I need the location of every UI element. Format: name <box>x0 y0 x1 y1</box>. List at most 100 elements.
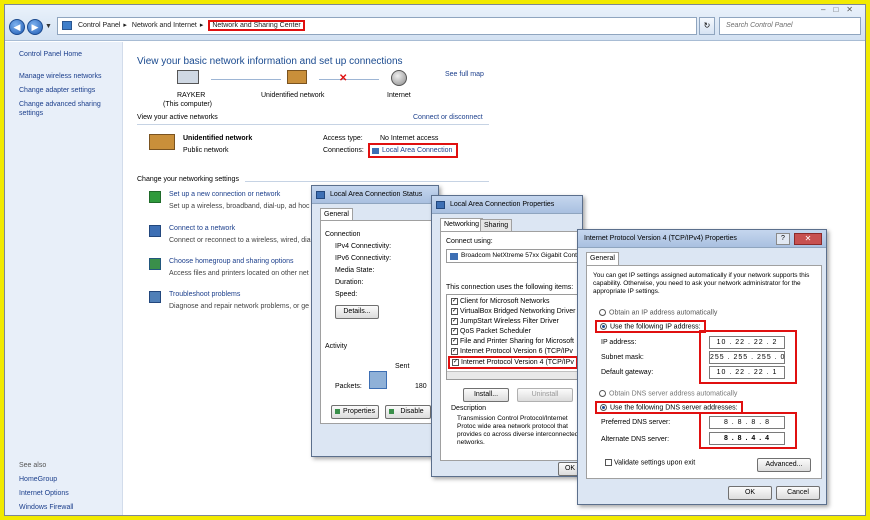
list-item[interactable]: ✓ File and Printer Sharing for Microsoft <box>451 337 574 346</box>
disable-button[interactable]: Disable <box>385 405 431 419</box>
close-icon[interactable]: ✕ <box>846 5 861 14</box>
horizontal-scrollbar[interactable] <box>447 371 579 379</box>
minimize-icon[interactable]: – <box>821 5 833 14</box>
sent-label: Sent <box>395 363 410 370</box>
list-item[interactable]: ✓ Internet Protocol Version 6 (TCP/IPv <box>451 347 573 356</box>
properties-button[interactable]: Properties <box>331 405 379 419</box>
breadcrumb-separator-icon: ▸ <box>199 22 204 29</box>
item-checkbox[interactable]: ✓ <box>451 347 458 355</box>
media-state-label: Media State: <box>335 267 375 274</box>
checkbox-icon <box>605 459 612 466</box>
page-title: View your basic network information and … <box>137 56 403 67</box>
list-item[interactable]: ✓ JumpStart Wireless Filter Driver <box>451 317 559 326</box>
ip-address-field[interactable]: 10 . 22 . 22 . 2 <box>709 336 785 349</box>
subnet-mask-field[interactable]: 255 . 255 . 255 . 0 <box>709 351 785 364</box>
access-type-label: Access type: <box>323 135 363 142</box>
network-bench-icon <box>287 70 307 84</box>
packets-value: 180 <box>415 383 427 390</box>
item-checkbox[interactable]: ✓ <box>451 327 458 335</box>
list-item[interactable]: ✓ QoS Packet Scheduler <box>451 327 531 336</box>
alternate-dns-field[interactable]: 8 . 8 . 4 . 4 <box>709 432 785 445</box>
change-settings-label: Change your networking settings <box>137 176 239 183</box>
list-item[interactable]: ✓ Client for Microsoft Networks <box>451 297 549 306</box>
help-icon[interactable]: ? <box>776 233 790 245</box>
local-area-connection-link[interactable]: Local Area Connection <box>368 143 459 158</box>
breadcrumb-network-internet[interactable]: Network and Internet <box>132 22 197 29</box>
sidebar-item-homegroup[interactable]: HomeGroup <box>19 475 57 484</box>
item-checkbox[interactable]: ✓ <box>451 317 458 325</box>
list-item[interactable]: ✓ VirtualBox Bridged Networking Driver <box>451 307 575 316</box>
task-homegroup[interactable]: Choose homegroup and sharing options <box>169 258 294 265</box>
uninstall-button[interactable]: Uninstall <box>517 388 573 402</box>
no-connection-x-icon: ✕ <box>339 73 348 84</box>
window-controls: –□✕ <box>821 5 861 14</box>
obtain-dns-auto-radio[interactable]: Obtain DNS server address automatically <box>599 390 737 397</box>
sidebar-item-advanced-sharing[interactable]: Change advanced sharing settings <box>19 100 115 118</box>
network-bench-icon <box>149 134 175 150</box>
task-setup-desc: Set up a wireless, broadband, dial-up, a… <box>169 203 310 210</box>
item-checkbox[interactable]: ✓ <box>451 307 458 315</box>
item-checkbox[interactable]: ✓ <box>452 358 459 366</box>
breadcrumb[interactable]: Control Panel ▸ Network and Internet ▸ Net… <box>57 17 697 35</box>
sidebar: Control Panel Home Manage wireless netwo… <box>5 42 123 515</box>
tab-general[interactable]: General <box>586 252 619 265</box>
network-type[interactable]: Public network <box>183 147 229 154</box>
default-gateway-field[interactable]: 10 . 22 . 22 . 1 <box>709 366 785 379</box>
items-list: ✓ Client for Microsoft Networks ✓ VirtualB… <box>446 294 580 380</box>
disable-button-label: Disable <box>400 408 424 415</box>
item-checkbox[interactable]: ✓ <box>451 297 458 305</box>
sidebar-item-internet-options[interactable]: Internet Options <box>19 489 69 498</box>
list-item-label: VirtualBox Bridged Networking Driver <box>460 308 576 315</box>
refresh-icon[interactable]: ↻ <box>699 17 715 35</box>
task-setup-connection[interactable]: Set up a new connection or network <box>169 191 280 198</box>
list-item-label: QoS Packet Scheduler <box>460 328 531 335</box>
network-name: Unidentified network <box>183 135 253 142</box>
ipv4-general-panel: You can get IP settings assigned automat… <box>586 265 822 479</box>
list-item-label: Client for Microsoft Networks <box>460 298 550 305</box>
breadcrumb-control-panel[interactable]: Control Panel <box>78 22 120 29</box>
control-panel-icon <box>62 21 72 30</box>
close-icon[interactable]: ✕ <box>794 233 822 245</box>
advanced-button[interactable]: Advanced... <box>757 458 811 472</box>
ok-button[interactable]: OK <box>728 486 772 500</box>
preferred-dns-label: Preferred DNS server: <box>601 419 671 426</box>
local-area-connection-label: Local Area Connection <box>382 147 453 154</box>
radio-icon <box>599 309 606 316</box>
ip-address-label: IP address: <box>601 339 637 346</box>
sidebar-item-change-adapter[interactable]: Change adapter settings <box>19 86 95 95</box>
map-link-line <box>319 79 379 80</box>
sidebar-item-manage-wireless[interactable]: Manage wireless networks <box>19 72 101 81</box>
maximize-icon[interactable]: □ <box>833 5 846 14</box>
connect-disconnect-link[interactable]: Connect or disconnect <box>413 114 483 121</box>
see-full-map-link[interactable]: See full map <box>445 71 484 78</box>
install-button[interactable]: Install... <box>463 388 509 402</box>
shield-icon <box>389 409 394 414</box>
back-icon[interactable]: ◀ <box>9 19 25 35</box>
forward-icon[interactable]: ▶ <box>27 19 43 35</box>
cancel-button[interactable]: Cancel <box>776 486 820 500</box>
list-item-ipv4[interactable]: ✓ Internet Protocol Version 4 (TCP/IPv <box>448 356 578 369</box>
radio-icon <box>600 323 607 330</box>
details-button[interactable]: Details... <box>335 305 379 319</box>
search-input[interactable]: Search Control Panel <box>719 17 861 35</box>
sidebar-item-control-panel-home[interactable]: Control Panel Home <box>19 50 82 59</box>
task-connect-network[interactable]: Connect to a network <box>169 225 235 232</box>
tab-networking[interactable]: Networking <box>440 218 484 231</box>
use-following-ip-radio[interactable]: Use the following IP address: <box>595 320 706 334</box>
recent-pages-chevron-icon[interactable]: ▼ <box>45 23 52 30</box>
sidebar-item-windows-firewall[interactable]: Windows Firewall <box>19 503 73 512</box>
alternate-dns-label: Alternate DNS server: <box>601 436 670 443</box>
obtain-ip-auto-radio[interactable]: Obtain an IP address automatically <box>599 309 717 316</box>
breadcrumb-network-sharing-center[interactable]: Network and Sharing Center <box>208 20 305 31</box>
task-connect-desc: Connect or reconnect to a wireless, wire… <box>169 237 311 244</box>
task-troubleshoot-desc: Diagnose and repair network problems, or… <box>169 303 310 310</box>
preferred-dns-field[interactable]: 8 . 8 . 8 . 8 <box>709 416 785 429</box>
obtain-dns-auto-label: Obtain DNS server address automatically <box>609 390 738 398</box>
status-dialog-titlebar: Local Area Connection Status <box>312 186 438 204</box>
task-troubleshoot[interactable]: Troubleshoot problems <box>169 291 240 298</box>
item-checkbox[interactable]: ✓ <box>451 337 458 345</box>
computer-name: RAYKER <box>177 92 206 99</box>
connect-network-icon <box>149 225 161 237</box>
section-divider <box>245 181 489 182</box>
validate-settings-checkbox[interactable]: Validate settings upon exit <box>605 459 695 466</box>
